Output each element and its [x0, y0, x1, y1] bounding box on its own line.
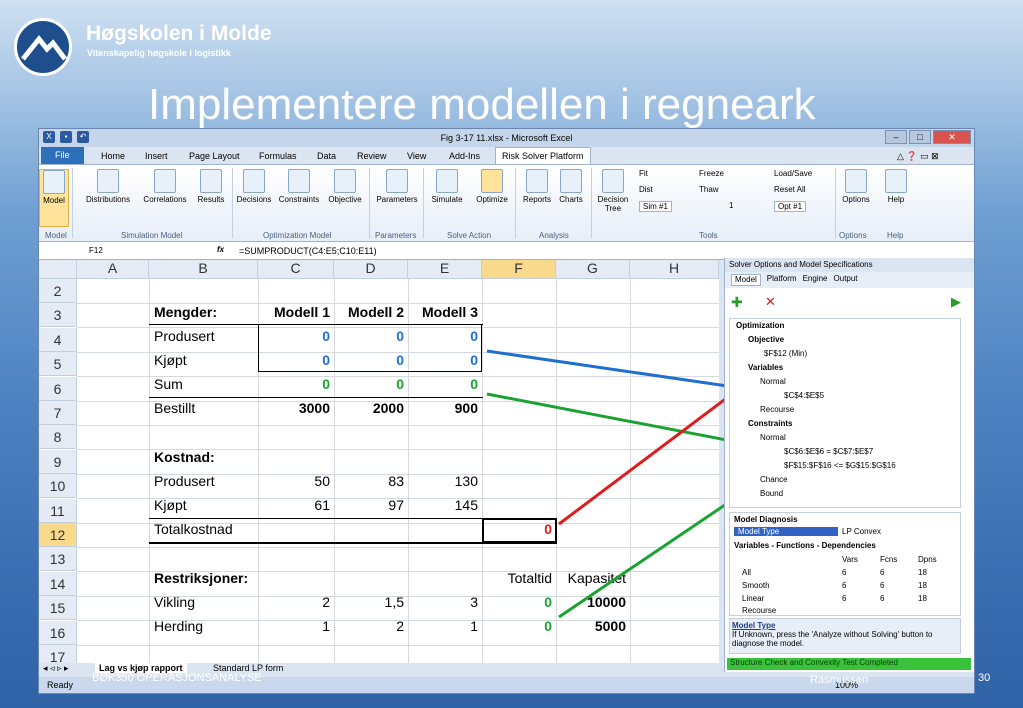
tree-constraints-normal[interactable]: Normal — [760, 433, 786, 442]
solver-tab-model[interactable]: Model — [731, 274, 761, 286]
tree-variables-range[interactable]: $C$4:$E$5 — [784, 391, 824, 400]
tree-constraints[interactable]: Constraints — [748, 419, 792, 428]
dep-row-label: All — [742, 568, 751, 577]
dep-row-label: Recourse — [742, 606, 777, 615]
tree-objective[interactable]: Objective — [748, 335, 784, 344]
sheet-nav-icon[interactable]: ◂ ◃ ▹ ▸ — [43, 663, 69, 674]
dep-header-fcns: Fcns — [880, 555, 898, 564]
tree-bound[interactable]: Bound — [760, 489, 783, 498]
logo-title: Høgskolen i Molde — [86, 22, 272, 45]
dep-row-label: Smooth — [742, 581, 770, 590]
dep-title: Variables - Functions - Dependencies — [734, 541, 876, 550]
model-tree: Optimization Objective $F$12 (Min) Varia… — [729, 318, 961, 508]
model-type-label: Model Type — [734, 527, 838, 536]
footer-course: BØK350 OPERASJONSANALYSE — [92, 672, 262, 684]
help-text: If Unknown, press the 'Analyze without S… — [732, 630, 933, 648]
tree-recourse[interactable]: Recourse — [760, 405, 794, 414]
dep-row-value: 6 — [842, 581, 847, 590]
dep-header-dpns: Dpns — [918, 555, 937, 564]
dep-row-value: 6 — [880, 581, 885, 590]
diag-title: Model Diagnosis — [734, 515, 798, 524]
help-box: Model Type If Unknown, press the 'Analyz… — [729, 618, 961, 654]
solver-task-pane: Solver Options and Model Specifications … — [724, 258, 974, 672]
solver-tab-engine[interactable]: Engine — [803, 274, 828, 286]
footer-author: Rasmussen — [810, 674, 869, 686]
solver-tab-output[interactable]: Output — [834, 274, 858, 286]
excel-window: X ▪ ↶ Fig 3-17 11.xlsx - Microsoft Excel… — [38, 128, 975, 694]
dep-row-value: 18 — [918, 594, 927, 603]
dep-row-value: 6 — [842, 594, 847, 603]
logo-icon — [14, 18, 72, 76]
tree-constraint-1[interactable]: $C$6:$E$6 = $C$7:$E$7 — [784, 447, 873, 456]
tree-objective-cell[interactable]: $F$12 (Min) — [764, 349, 807, 358]
slide-title: Implementere modellen i regneark — [148, 80, 816, 129]
dep-row-value: 18 — [918, 581, 927, 590]
dep-row-value: 6 — [880, 594, 885, 603]
tree-optimization[interactable]: Optimization — [736, 321, 784, 330]
add-icon[interactable]: ✚ — [731, 294, 743, 311]
solver-status-bar: Structure Check and Convexity Test Compl… — [727, 658, 971, 670]
dep-row-value: 18 — [918, 568, 927, 577]
dep-header-vars: Vars — [842, 555, 858, 564]
tree-variables[interactable]: Variables — [748, 363, 783, 372]
diagnosis-grid: Model Diagnosis Model Type LP Convex Var… — [729, 512, 961, 616]
solver-tab-platform[interactable]: Platform — [767, 274, 797, 286]
page-number: 30 — [978, 672, 991, 684]
delete-icon[interactable]: ✕ — [765, 294, 776, 310]
tree-variables-normal[interactable]: Normal — [760, 377, 786, 386]
tree-chance[interactable]: Chance — [760, 475, 788, 484]
dep-row-label: Linear — [742, 594, 765, 603]
solve-icon[interactable]: ▶ — [951, 294, 961, 310]
logo-subtitle: Vitenskapelig høgskole i logistikk — [87, 48, 231, 58]
tree-constraint-2[interactable]: $F$15:$F$16 <= $G$15:$G$16 — [784, 461, 896, 470]
solver-pane-title: Solver Options and Model Specifications — [725, 258, 974, 272]
model-type-value: LP Convex — [842, 527, 881, 536]
dep-row-value: 6 — [880, 568, 885, 577]
help-title: Model Type — [732, 621, 776, 630]
dep-row-value: 6 — [842, 568, 847, 577]
ready-status: Ready — [47, 680, 74, 690]
